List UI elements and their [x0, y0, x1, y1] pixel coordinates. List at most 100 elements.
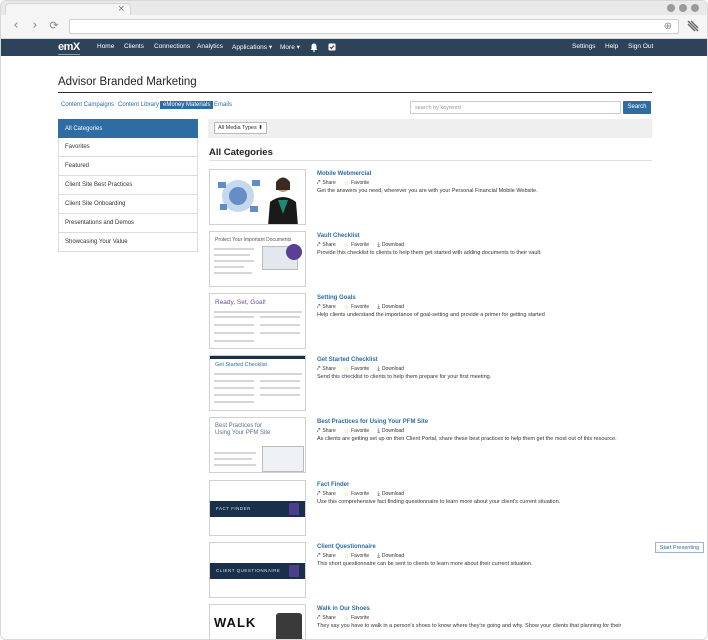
- thumbnail-get-started-checklist[interactable]: Get Started Checklist: [209, 355, 306, 411]
- favorite-button[interactable]: ☆ Favorite: [344, 303, 369, 311]
- sidebar-item-presentations-and-demos[interactable]: Presentations and Demos: [58, 214, 198, 233]
- thumb-label: WALK: [214, 615, 257, 630]
- browser-tab[interactable]: ×: [5, 3, 131, 15]
- address-bar[interactable]: ⊕: [69, 19, 679, 34]
- share-label: Share: [322, 242, 336, 248]
- favorite-label: Favorite: [351, 553, 370, 559]
- share-button[interactable]: ⤤ Share: [317, 179, 336, 187]
- sidebar-item-client-site-best-practices[interactable]: Client Site Best Practices: [58, 176, 198, 195]
- sidebar-item-featured[interactable]: Featured: [58, 157, 198, 176]
- vault-icon: [286, 244, 302, 260]
- item-title[interactable]: Vault Checklist: [317, 233, 360, 239]
- nav-sign-out[interactable]: Sign Out: [628, 43, 653, 50]
- material-item: WALK Walk in Our Shoes ⤤ Share ☆ Favorite …: [209, 604, 652, 639]
- start-presenting-button[interactable]: Start Presenting: [655, 542, 704, 553]
- browser-toolbar: ‹ › ⟳ ⊕: [1, 15, 707, 39]
- thumbnail-walk-in-our-shoes[interactable]: WALK: [209, 604, 306, 639]
- share-button[interactable]: ⤤ Share: [317, 241, 336, 249]
- filter-bar: All Media Types ⬍: [208, 119, 652, 138]
- thumbnail-fact-finder[interactable]: FACT FINDER: [209, 480, 306, 536]
- sidebar-item-showcasing-your-value[interactable]: Showcasing Your Value: [58, 233, 198, 252]
- download-button[interactable]: ⤓ Download: [377, 241, 404, 249]
- download-label: Download: [381, 242, 405, 248]
- search-input[interactable]: search by keyword: [410, 101, 621, 114]
- material-item: Mobile Webmercial ⤤ Share ☆ Favorite Get t…: [209, 169, 652, 231]
- window-controls: [667, 4, 699, 12]
- star-icon: ☆: [343, 365, 350, 373]
- nav-help[interactable]: Help: [605, 43, 618, 50]
- favorite-label: Favorite: [351, 615, 370, 621]
- checkbox-icon[interactable]: [328, 43, 336, 51]
- favorite-label: Favorite: [351, 180, 370, 186]
- tab-content-campaigns[interactable]: Content Campaigns: [61, 102, 114, 108]
- favorite-button[interactable]: ☆ Favorite: [344, 614, 369, 622]
- share-button[interactable]: ⤤ Share: [317, 490, 336, 498]
- favorite-button[interactable]: ☆ Favorite: [344, 179, 369, 187]
- nav-applications[interactable]: Applications ▾: [232, 43, 272, 51]
- sidebar-item-favorites[interactable]: Favorites: [58, 138, 198, 157]
- nav-analytics[interactable]: Analytics: [197, 43, 223, 50]
- tab-emails[interactable]: Emails: [214, 102, 232, 108]
- share-button[interactable]: ⤤ Share: [317, 427, 336, 435]
- share-label: Share: [322, 553, 336, 559]
- tab-strip: ×: [1, 1, 707, 15]
- thumbnail-setting-goals[interactable]: Ready, Set, Goal!: [209, 293, 306, 349]
- thumbnail-client-questionnaire[interactable]: CLIENT QUESTIONNAIRE: [209, 542, 306, 598]
- nav-clients[interactable]: Clients: [124, 43, 144, 50]
- item-title[interactable]: Fact Finder: [317, 482, 349, 488]
- chevron-updown-icon: ⬍: [258, 125, 263, 131]
- download-button[interactable]: ⤓ Download: [377, 552, 404, 560]
- favorite-button[interactable]: ☆ Favorite: [344, 365, 369, 373]
- download-label: Download: [381, 553, 405, 559]
- thumb-heading: Ready, Set, Goal!: [215, 299, 266, 306]
- favorite-label: Favorite: [351, 304, 370, 310]
- favorite-button[interactable]: ☆ Favorite: [344, 552, 369, 560]
- download-button[interactable]: ⤓ Download: [377, 303, 404, 311]
- logo-text: emX: [58, 41, 80, 53]
- download-button[interactable]: ⤓ Download: [377, 427, 404, 435]
- item-title[interactable]: Get Started Checklist: [317, 357, 378, 363]
- item-title[interactable]: Mobile Webmercial: [317, 171, 371, 177]
- extension-icon[interactable]: [686, 19, 700, 33]
- forward-icon[interactable]: ›: [28, 19, 42, 33]
- back-icon[interactable]: ‹: [9, 19, 23, 33]
- thumb-heading: Get Started Checklist: [215, 362, 267, 368]
- thumbnail-mobile-webmercial[interactable]: [209, 169, 306, 225]
- item-title[interactable]: Walk in Our Shoes: [317, 606, 370, 612]
- media-type-select[interactable]: All Media Types ⬍: [214, 122, 267, 134]
- nav-home[interactable]: Home: [97, 43, 114, 50]
- maximize-dot-icon[interactable]: [679, 4, 687, 12]
- thumb-heading: Best Practices for Using Your PFM Site: [215, 423, 271, 436]
- favorite-button[interactable]: ☆ Favorite: [344, 427, 369, 435]
- item-title[interactable]: Setting Goals: [317, 295, 356, 301]
- reload-icon[interactable]: ⟳: [47, 19, 61, 33]
- nav-connections[interactable]: Connections: [154, 43, 190, 50]
- emx-logo[interactable]: emX: [58, 41, 80, 55]
- nav-settings[interactable]: Settings: [572, 43, 596, 50]
- share-button[interactable]: ⤤ Share: [317, 303, 336, 311]
- favorite-button[interactable]: ☆ Favorite: [344, 241, 369, 249]
- thumbnail-best-practices[interactable]: Best Practices for Using Your PFM Site: [209, 417, 306, 473]
- tab-emoney-materials[interactable]: eMoney Materials: [160, 101, 214, 109]
- close-dot-icon[interactable]: [691, 4, 699, 12]
- material-item: CLIENT QUESTIONNAIRE Client Questionnair…: [209, 542, 652, 604]
- download-button[interactable]: ⤓ Download: [377, 490, 404, 498]
- close-tab-icon[interactable]: ×: [117, 4, 125, 14]
- download-button[interactable]: ⤓ Download: [377, 365, 404, 373]
- item-actions: ⤤ Share ☆ Favorite ⤓ Download: [317, 552, 404, 560]
- sidebar-item-client-site-onboarding[interactable]: Client Site Onboarding: [58, 195, 198, 214]
- thumbnail-vault-checklist[interactable]: Protect Your Important Documents: [209, 231, 306, 287]
- share-button[interactable]: ⤤ Share: [317, 614, 336, 622]
- sidebar-item-all-categories[interactable]: All Categories: [58, 119, 198, 138]
- minimize-dot-icon[interactable]: [667, 4, 675, 12]
- search-button[interactable]: Search: [623, 101, 651, 114]
- item-title[interactable]: Best Practices for Using Your PFM Site: [317, 419, 428, 425]
- favorite-button[interactable]: ☆ Favorite: [344, 490, 369, 498]
- nav-more[interactable]: More ▾: [280, 43, 300, 51]
- share-button[interactable]: ⤤ Share: [317, 365, 336, 373]
- item-title[interactable]: Client Questionnaire: [317, 544, 376, 550]
- share-button[interactable]: ⤤ Share: [317, 552, 336, 560]
- share-label: Share: [322, 615, 336, 621]
- bell-icon[interactable]: [310, 43, 318, 52]
- tab-content-library[interactable]: Content Library: [118, 102, 159, 108]
